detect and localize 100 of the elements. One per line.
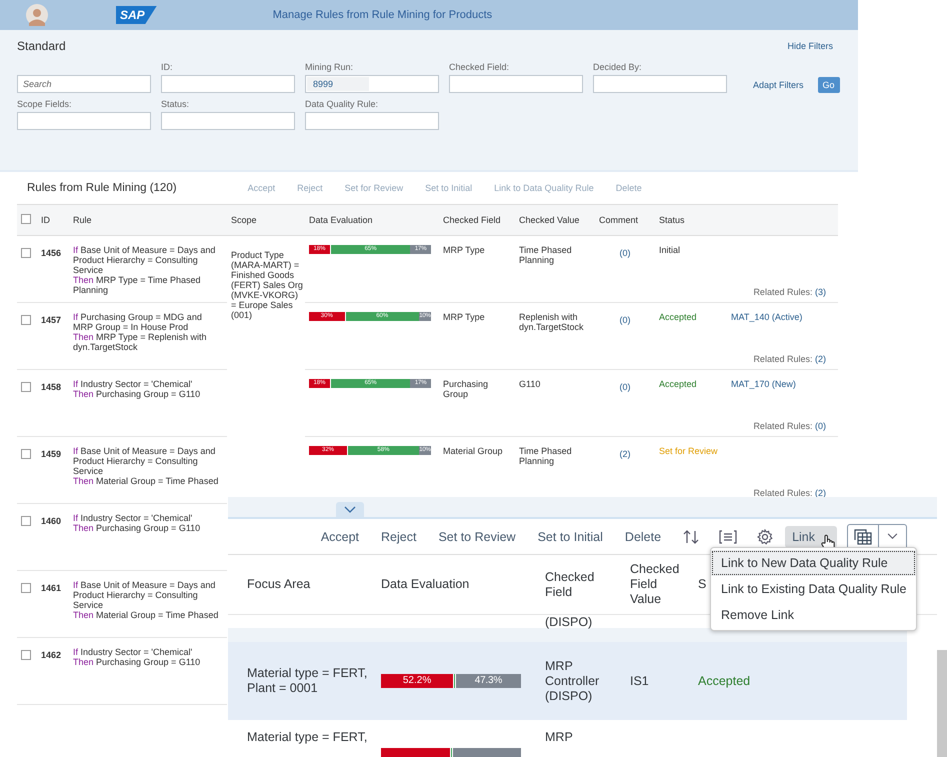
status-text: Set for Review [659, 446, 718, 456]
avatar-icon[interactable] [26, 4, 48, 26]
rule-condition: If Base Unit of Measure = Days and Product Hierarchy = Consulting Service [73, 580, 216, 610]
status-text: Accepted [659, 379, 697, 389]
menu-item[interactable]: Remove Link [711, 602, 916, 628]
checked-value: Time Phased Planning [519, 446, 572, 466]
checked-field: MRP [545, 730, 615, 745]
rule-condition: Then Material Group = Time Phased [73, 610, 220, 620]
checked-value: G110 [519, 379, 540, 389]
row-checkbox[interactable] [21, 382, 31, 392]
filter-label: Status: [161, 99, 190, 109]
menu-item[interactable]: Link to New Data Quality Rule [711, 550, 916, 576]
toolbar-button[interactable]: Delete [614, 530, 672, 544]
related-rules-label: Related Rules: [753, 354, 812, 364]
hide-filters-link[interactable]: Hide Filters [787, 41, 833, 51]
filter-field[interactable] [17, 112, 151, 130]
checked-field: (DISPO) [545, 616, 615, 628]
scrollbar[interactable] [937, 650, 947, 757]
table-icon [854, 528, 872, 544]
rule-condition: Then Purchasing Group = G110 [73, 389, 202, 399]
rule-condition: Then Purchasing Group = G110 [73, 523, 202, 533]
related-rules-link[interactable]: (3) [815, 287, 826, 297]
comment-link[interactable]: (0) [620, 248, 630, 258]
rule-link[interactable]: MAT_170 (New) [731, 379, 796, 389]
rule-condition: If Purchasing Group = MDG and MRP Group = In House Prod [73, 312, 203, 332]
settings-icon[interactable] [757, 528, 774, 544]
rule-condition: If Industry Sector = 'Chemical' [73, 379, 194, 389]
rule-condition: Then Material Group = Time Phased [73, 476, 220, 486]
toolbar-button[interactable]: Set to Review [428, 530, 526, 544]
toolbar-button[interactable]: Set to Initial [528, 530, 613, 544]
unknown-share-fill: 47.3% [454, 674, 521, 688]
filter-field[interactable] [449, 75, 583, 93]
filter-label: Decided By: [593, 62, 643, 72]
rule-condition: Then MRP Type = Replenish with dyn.TargetStock [73, 332, 208, 352]
select-all-checkbox[interactable] [21, 214, 31, 224]
status-text: Accepted [698, 674, 750, 688]
filter-field[interactable] [593, 75, 727, 93]
rule-id: 1462 [41, 650, 62, 660]
related-rules-label: Related Rules: [753, 488, 812, 498]
status-text: Initial [659, 245, 680, 255]
filter-field[interactable] [161, 75, 295, 93]
filter-field[interactable]: 8999 [305, 75, 439, 93]
column-header: Checked Field Value [630, 562, 680, 607]
rule-condition: If Base Unit of Measure = Days and Product Hierarchy = Consulting Service [73, 245, 216, 275]
selected-row[interactable]: Material type = FERT, Plant = 0001 52.2% 47.3% MRP Controller (DISPO) IS1 Accepted [228, 642, 907, 722]
focus-area: Material type = FERT, [247, 730, 375, 745]
row-checkbox[interactable] [21, 516, 31, 526]
related-rules-label: Related Rules: [753, 287, 812, 297]
column-header: Status [659, 215, 685, 225]
variant-title[interactable]: Standard [17, 39, 66, 53]
toolbar-button[interactable]: Accept [310, 530, 370, 544]
checked-field: MRP Type [443, 312, 485, 322]
scope-text: Product Type (MARA-MART) = Finished Goods (FERT) Sales Org (MVKE-VKORG) = Europe Sales (001) [231, 250, 303, 320]
row-checkbox[interactable] [21, 248, 31, 258]
column-header: Checked Field [545, 570, 596, 600]
filter-label: Scope Fields: [17, 99, 73, 109]
search-field[interactable]: Search [17, 75, 151, 93]
row-checkbox[interactable] [21, 315, 31, 325]
filter-label: Mining Run: [305, 62, 354, 72]
failed-share-fill: 52.2% [381, 674, 454, 688]
filter-field[interactable] [161, 112, 295, 130]
row-checkbox[interactable] [21, 583, 31, 593]
collapse-button[interactable] [336, 502, 364, 517]
row-checkbox[interactable] [21, 449, 31, 459]
rule-condition: If Base Unit of Measure = Days and Product Hierarchy = Consulting Service [73, 446, 216, 476]
related-rules-link[interactable]: (2) [815, 354, 826, 364]
value-token: 8999 [307, 77, 369, 91]
checked-field: MRP Controller (DISPO) [545, 658, 615, 704]
checked-field: Material Group [443, 446, 503, 456]
rule-id: 1457 [41, 315, 62, 325]
adapt-filters-link[interactable]: Adapt Filters [753, 80, 804, 93]
column-header: Checked Value [519, 215, 580, 225]
filter-label: Checked Field: [449, 62, 510, 72]
comment-link[interactable]: (2) [620, 449, 630, 459]
rule-condition: If Industry Sector = 'Chemical' [73, 647, 194, 657]
filter-label: ID: [161, 62, 174, 72]
checked-value: Time Phased Planning [519, 245, 572, 265]
column-header: Scope [231, 215, 257, 225]
rule-condition: Then Purchasing Group = G110 [73, 657, 202, 667]
sort-icon[interactable] [683, 528, 700, 544]
related-rules-link[interactable]: (0) [815, 421, 826, 431]
column-header: S [698, 577, 706, 591]
row-checkbox[interactable] [21, 650, 31, 660]
column-header: Comment [599, 215, 638, 225]
rule-id: 1458 [41, 382, 62, 392]
menu-item[interactable]: Link to Existing Data Quality Rule [711, 576, 916, 602]
column-header: Data Evaluation [309, 215, 373, 225]
rule-link[interactable]: MAT_140 (Active) [731, 312, 802, 322]
rule-id: 1460 [41, 516, 62, 526]
filter-field[interactable] [305, 112, 439, 130]
group-icon[interactable] [719, 528, 738, 544]
column-header: Checked Field [443, 215, 501, 225]
comment-link[interactable]: (0) [620, 382, 630, 392]
column-header: Rule [73, 215, 92, 225]
checked-field: MRP Type [443, 245, 485, 255]
related-rules-label: Related Rules: [753, 421, 812, 431]
filter-label: Data Quality Rule: [305, 99, 380, 109]
toolbar-button[interactable]: Reject [371, 530, 426, 544]
rule-id: 1461 [41, 583, 62, 593]
comment-link[interactable]: (0) [620, 315, 630, 325]
